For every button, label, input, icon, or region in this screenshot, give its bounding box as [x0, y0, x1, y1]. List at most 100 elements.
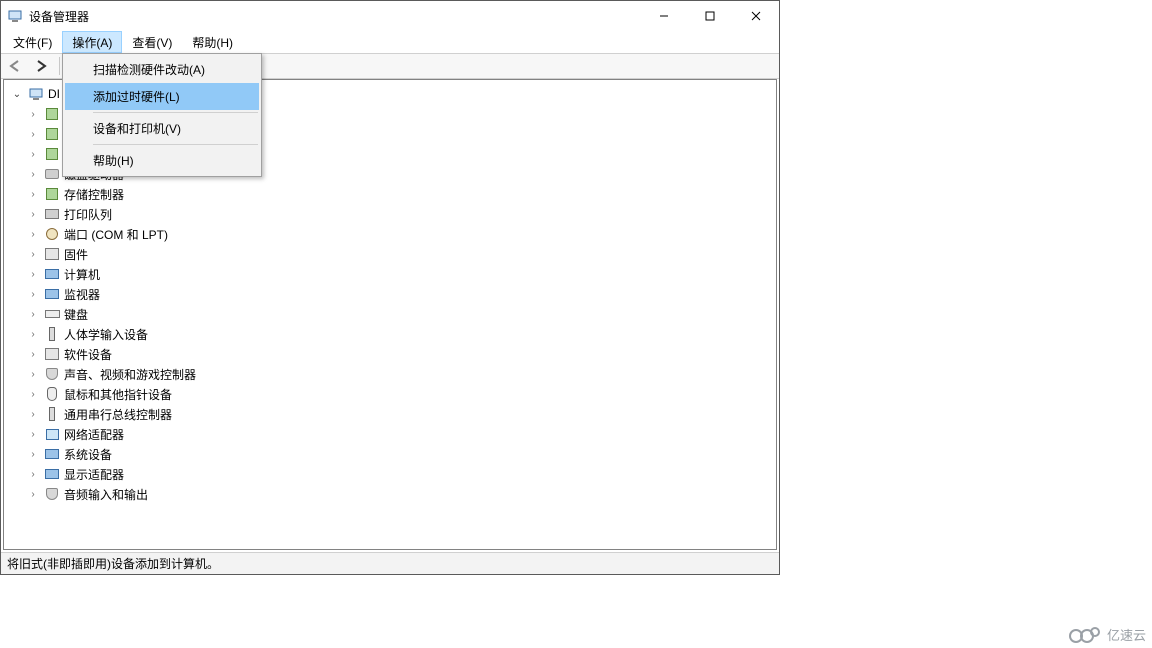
tree-item[interactable]: › 音频输入和输出 [26, 484, 776, 504]
maximize-button[interactable] [687, 1, 733, 31]
chip-icon [44, 186, 60, 202]
chevron-right-icon[interactable]: › [26, 289, 40, 300]
app-icon [7, 8, 23, 24]
tree-item-label: 计算机 [64, 266, 100, 283]
chevron-right-icon[interactable]: › [26, 369, 40, 380]
tree-item-label: 鼠标和其他指针设备 [64, 386, 172, 403]
tree-item[interactable]: › 打印队列 [26, 204, 776, 224]
kb-icon [44, 306, 60, 322]
forward-button[interactable] [31, 56, 53, 76]
menu-view[interactable]: 查看(V) [122, 31, 182, 53]
menu-devices-printers[interactable]: 设备和打印机(V) [65, 115, 259, 142]
watermark: 亿速云 [1067, 624, 1146, 644]
chip-icon [44, 106, 60, 122]
tree-item-label: 网络适配器 [64, 426, 124, 443]
tree-item-label: 声音、视频和游戏控制器 [64, 366, 196, 383]
menu-file[interactable]: 文件(F) [3, 31, 62, 53]
menu-add-legacy-hardware[interactable]: 添加过时硬件(L) [65, 83, 259, 110]
chevron-right-icon[interactable]: › [26, 249, 40, 260]
monitor-icon [44, 446, 60, 462]
status-text: 将旧式(非即插即用)设备添加到计算机。 [7, 555, 219, 572]
chevron-right-icon[interactable]: › [26, 469, 40, 480]
menu-action[interactable]: 操作(A) [62, 31, 122, 53]
net-icon [44, 426, 60, 442]
chevron-down-icon[interactable]: ⌄ [10, 89, 24, 100]
close-button[interactable] [733, 1, 779, 31]
spk-icon [44, 366, 60, 382]
tree-item-label: 人体学输入设备 [64, 326, 148, 343]
titlebar: 设备管理器 [1, 1, 779, 31]
monitor-icon [44, 286, 60, 302]
chevron-right-icon[interactable]: › [26, 229, 40, 240]
tree-item[interactable]: › 鼠标和其他指针设备 [26, 384, 776, 404]
watermark-text: 亿速云 [1107, 625, 1146, 644]
tree-item[interactable]: › 显示适配器 [26, 464, 776, 484]
menu-separator [93, 144, 258, 145]
chip-icon [44, 146, 60, 162]
tree-item[interactable]: › 监视器 [26, 284, 776, 304]
chevron-right-icon[interactable]: › [26, 209, 40, 220]
menu-help[interactable]: 帮助(H) [65, 147, 259, 174]
status-bar: 将旧式(非即插即用)设备添加到计算机。 [1, 552, 779, 574]
tree-item[interactable]: › 键盘 [26, 304, 776, 324]
chevron-right-icon[interactable]: › [26, 349, 40, 360]
tree-item-label: 固件 [64, 246, 88, 263]
usb-icon [44, 326, 60, 342]
tree-item[interactable]: › 固件 [26, 244, 776, 264]
tree-item-label: 监视器 [64, 286, 100, 303]
tree-item-label: 通用串行总线控制器 [64, 406, 172, 423]
box-icon [44, 346, 60, 362]
chevron-right-icon[interactable]: › [26, 269, 40, 280]
chevron-right-icon[interactable]: › [26, 189, 40, 200]
chevron-right-icon[interactable]: › [26, 489, 40, 500]
port-icon [44, 226, 60, 242]
chevron-right-icon[interactable]: › [26, 129, 40, 140]
mouse-icon [44, 386, 60, 402]
tree-item-label: 键盘 [64, 306, 88, 323]
chevron-right-icon[interactable]: › [26, 429, 40, 440]
chevron-right-icon[interactable]: › [26, 109, 40, 120]
chevron-right-icon[interactable]: › [26, 449, 40, 460]
tree-item[interactable]: › 人体学输入设备 [26, 324, 776, 344]
menu-separator [93, 112, 258, 113]
chevron-right-icon[interactable]: › [26, 149, 40, 160]
minimize-button[interactable] [641, 1, 687, 31]
tree-item[interactable]: › 端口 (COM 和 LPT) [26, 224, 776, 244]
chevron-right-icon[interactable]: › [26, 309, 40, 320]
printer-icon [44, 206, 60, 222]
tree-item-label: 打印队列 [64, 206, 112, 223]
chevron-right-icon[interactable]: › [26, 169, 40, 180]
menu-help[interactable]: 帮助(H) [182, 31, 243, 53]
menu-scan-hardware[interactable]: 扫描检测硬件改动(A) [65, 56, 259, 83]
monitor-icon [44, 466, 60, 482]
tree-item[interactable]: › 软件设备 [26, 344, 776, 364]
tree-item-label: 音频输入和输出 [64, 486, 148, 503]
tree-item-label: 软件设备 [64, 346, 112, 363]
chevron-right-icon[interactable]: › [26, 389, 40, 400]
monitor-icon [44, 266, 60, 282]
tree-item-label: 端口 (COM 和 LPT) [64, 226, 168, 243]
tree-item-label: 系统设备 [64, 446, 112, 463]
chevron-right-icon[interactable]: › [26, 409, 40, 420]
tree-item[interactable]: › 计算机 [26, 264, 776, 284]
tree-item[interactable]: › 网络适配器 [26, 424, 776, 444]
tree-item-label: 存储控制器 [64, 186, 124, 203]
tree-item[interactable]: › 系统设备 [26, 444, 776, 464]
tree-item[interactable]: › 存储控制器 [26, 184, 776, 204]
computer-icon [28, 86, 44, 102]
chevron-right-icon[interactable]: › [26, 329, 40, 340]
tree-item[interactable]: › 通用串行总线控制器 [26, 404, 776, 424]
tree-item-label: 显示适配器 [64, 466, 124, 483]
toolbar-separator [59, 57, 60, 75]
back-button[interactable] [5, 56, 27, 76]
spk-icon [44, 486, 60, 502]
window-title: 设备管理器 [29, 8, 89, 25]
tree-root-label: DI [48, 87, 60, 101]
disk-icon [44, 166, 60, 182]
usb-icon [44, 406, 60, 422]
box-icon [44, 246, 60, 262]
action-dropdown-menu: 扫描检测硬件改动(A) 添加过时硬件(L) 设备和打印机(V) 帮助(H) [62, 53, 262, 177]
chip-icon [44, 126, 60, 142]
tree-item[interactable]: › 声音、视频和游戏控制器 [26, 364, 776, 384]
menubar: 文件(F) 操作(A) 查看(V) 帮助(H) [1, 31, 779, 53]
